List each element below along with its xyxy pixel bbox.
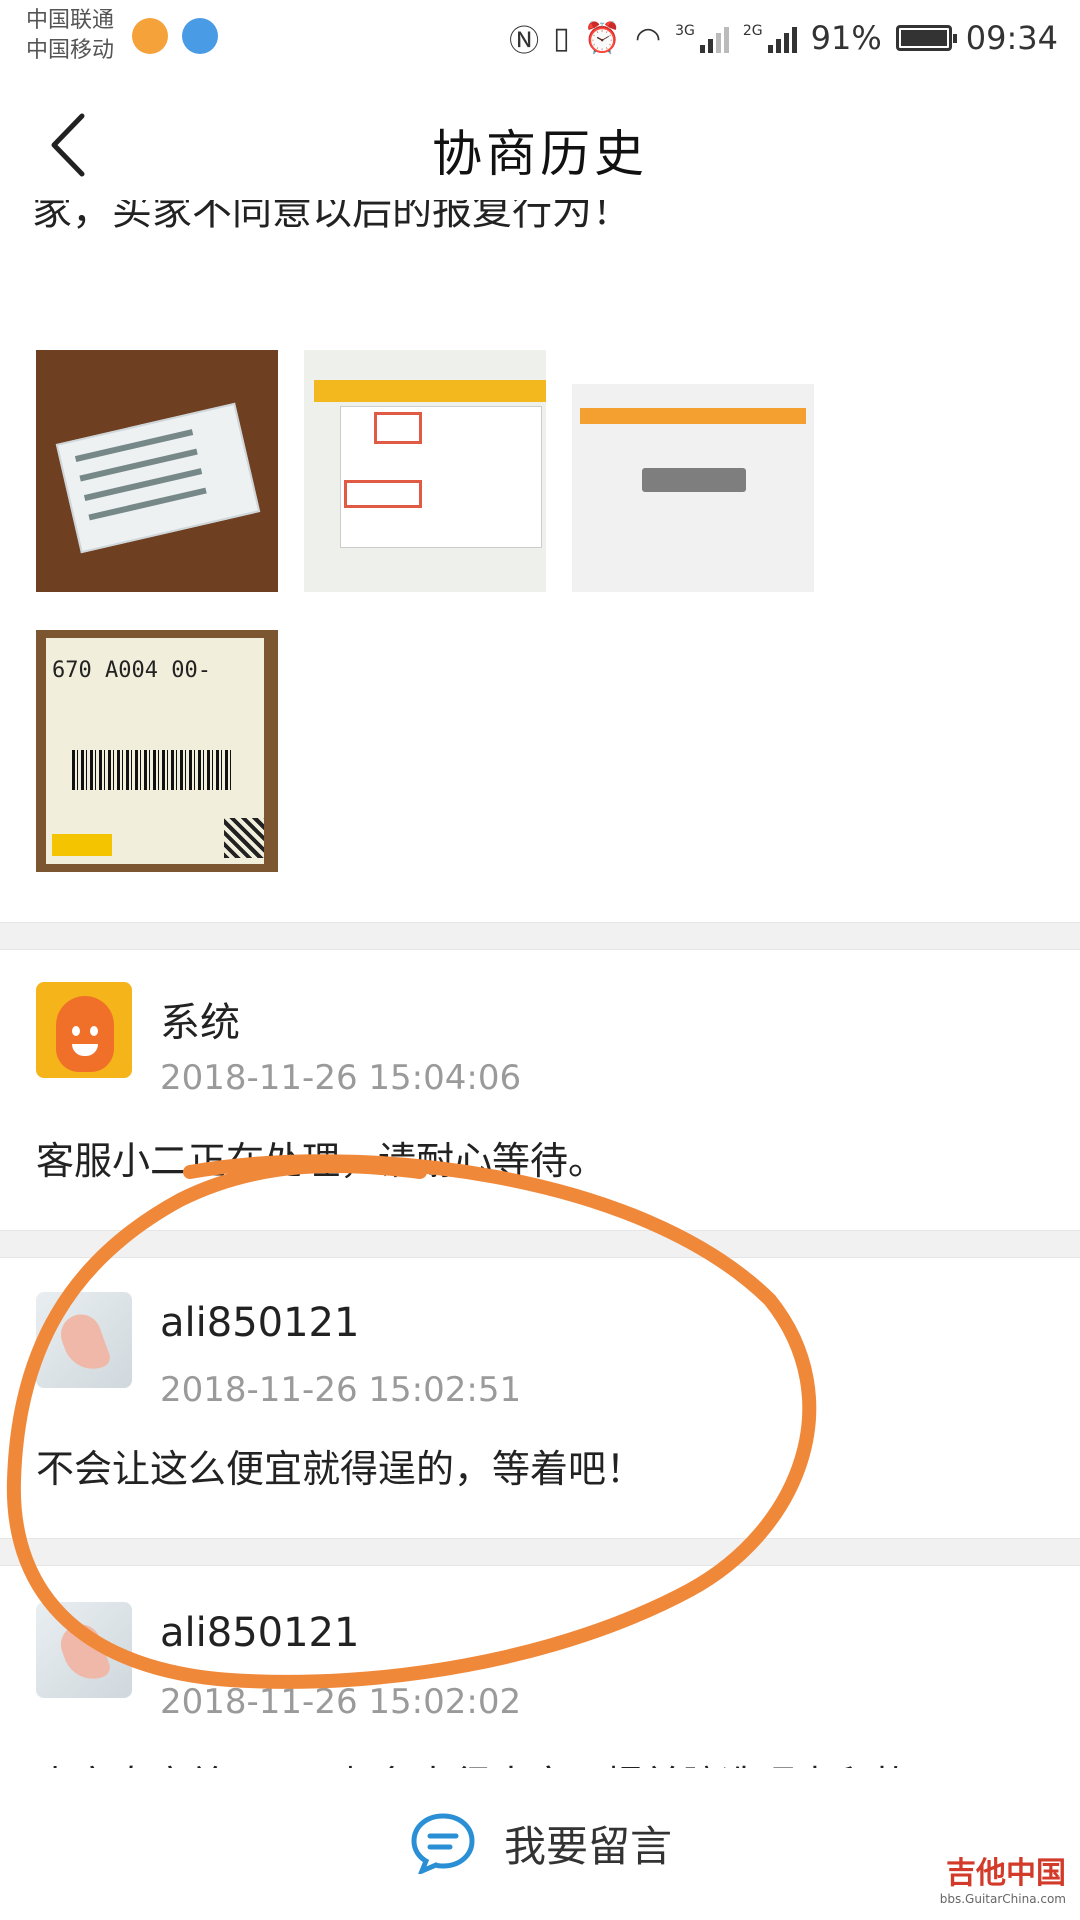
- section-divider: [0, 922, 1080, 950]
- evidence-image-2[interactable]: [304, 350, 546, 592]
- section-divider: [0, 1230, 1080, 1258]
- clock: 09:34: [965, 19, 1058, 57]
- battery-icon: [895, 25, 957, 51]
- notification-app-icon: [182, 18, 218, 54]
- history-entry: 系统 2018-11-26 15:04:06 客服小二正在处理，请耐心等待。: [0, 950, 1080, 1226]
- wifi-icon: ◠: [634, 20, 662, 56]
- qr-code-graphic: [224, 818, 264, 858]
- signal-3g-icon: 3G: [675, 23, 729, 53]
- message-time: 2018-11-26 15:04:06: [160, 1058, 522, 1098]
- evidence-image-3[interactable]: [572, 350, 814, 592]
- system-avatar: [36, 982, 132, 1078]
- signal-2g-label: 2G: [742, 23, 763, 39]
- user-avatar: [36, 1292, 132, 1388]
- message-content: 不会让这么便宜就得逞的，等着吧！: [36, 1447, 645, 1491]
- shipping-label-code: 670 A004 00-: [52, 658, 211, 683]
- previous-message-text: 家，买家不同意以后的报复行为！: [32, 200, 1032, 238]
- evidence-image-1[interactable]: [36, 350, 278, 592]
- vibrate-icon: ▯: [553, 20, 570, 56]
- nav-header: 协商历史: [0, 80, 1080, 208]
- bottom-bar: 我要留言 吉他中国 bbs.GuitarChina.com: [0, 1768, 1080, 1920]
- evidence-image-4[interactable]: 670 A004 00-: [36, 630, 278, 872]
- watermark: 吉他中国 bbs.GuitarChina.com: [940, 1848, 1066, 1906]
- status-bar: 中国联通 中国移动 Ⓝ ▯ ⏰ ◠ 3G 2G 91% 09:34: [0, 0, 1080, 80]
- carrier-1: 中国联通: [26, 8, 115, 33]
- leave-message-label: 我要留言: [504, 1821, 673, 1871]
- message-time: 2018-11-26 15:02:51: [160, 1370, 522, 1410]
- chat-bubble-icon: [411, 1813, 475, 1874]
- user-avatar: [36, 1602, 132, 1698]
- battery-percent: 91%: [810, 19, 882, 57]
- carrier-info: 中国联通 中国移动: [26, 6, 114, 66]
- carrier-2: 中国移动: [26, 38, 115, 63]
- leave-message-button[interactable]: 我要留言: [410, 1808, 672, 1878]
- message-time: 2018-11-26 15:02:02: [160, 1682, 522, 1722]
- watermark-title: 吉他中国: [946, 1856, 1066, 1891]
- status-icons: Ⓝ ▯ ⏰ ◠ 3G 2G 91% 09:34: [509, 10, 1058, 66]
- alarm-icon: ⏰: [583, 20, 621, 56]
- barcode-graphic: [72, 750, 232, 790]
- message-content: 卖家态度差，而且想象力很丰富，提前臆造理由和故: [36, 1754, 910, 1768]
- notification-app-icon: [132, 18, 168, 54]
- signal-2g-icon: 2G: [743, 23, 797, 53]
- history-entry: ali850121 2018-11-26 15:02:51 不会让这么便宜就得逞…: [0, 1258, 1080, 1534]
- sender-name: 系统: [160, 1000, 240, 1046]
- signal-3g-label: 3G: [675, 23, 695, 39]
- sender-name: ali850121: [160, 1300, 360, 1346]
- watermark-url: bbs.GuitarChina.com: [939, 1892, 1066, 1906]
- history-entry: ali850121 2018-11-26 15:02:02 卖家态度差，而且想象…: [0, 1566, 1080, 1768]
- page-title: 协商历史: [432, 125, 648, 183]
- sender-name: ali850121: [160, 1610, 360, 1656]
- message-content: 客服小二正在处理，请耐心等待。: [36, 1139, 607, 1183]
- section-divider: [0, 1538, 1080, 1566]
- previous-message-text-content: 家，买家不同意以后的报复行为！: [32, 200, 632, 234]
- nfc-icon: Ⓝ: [509, 24, 540, 59]
